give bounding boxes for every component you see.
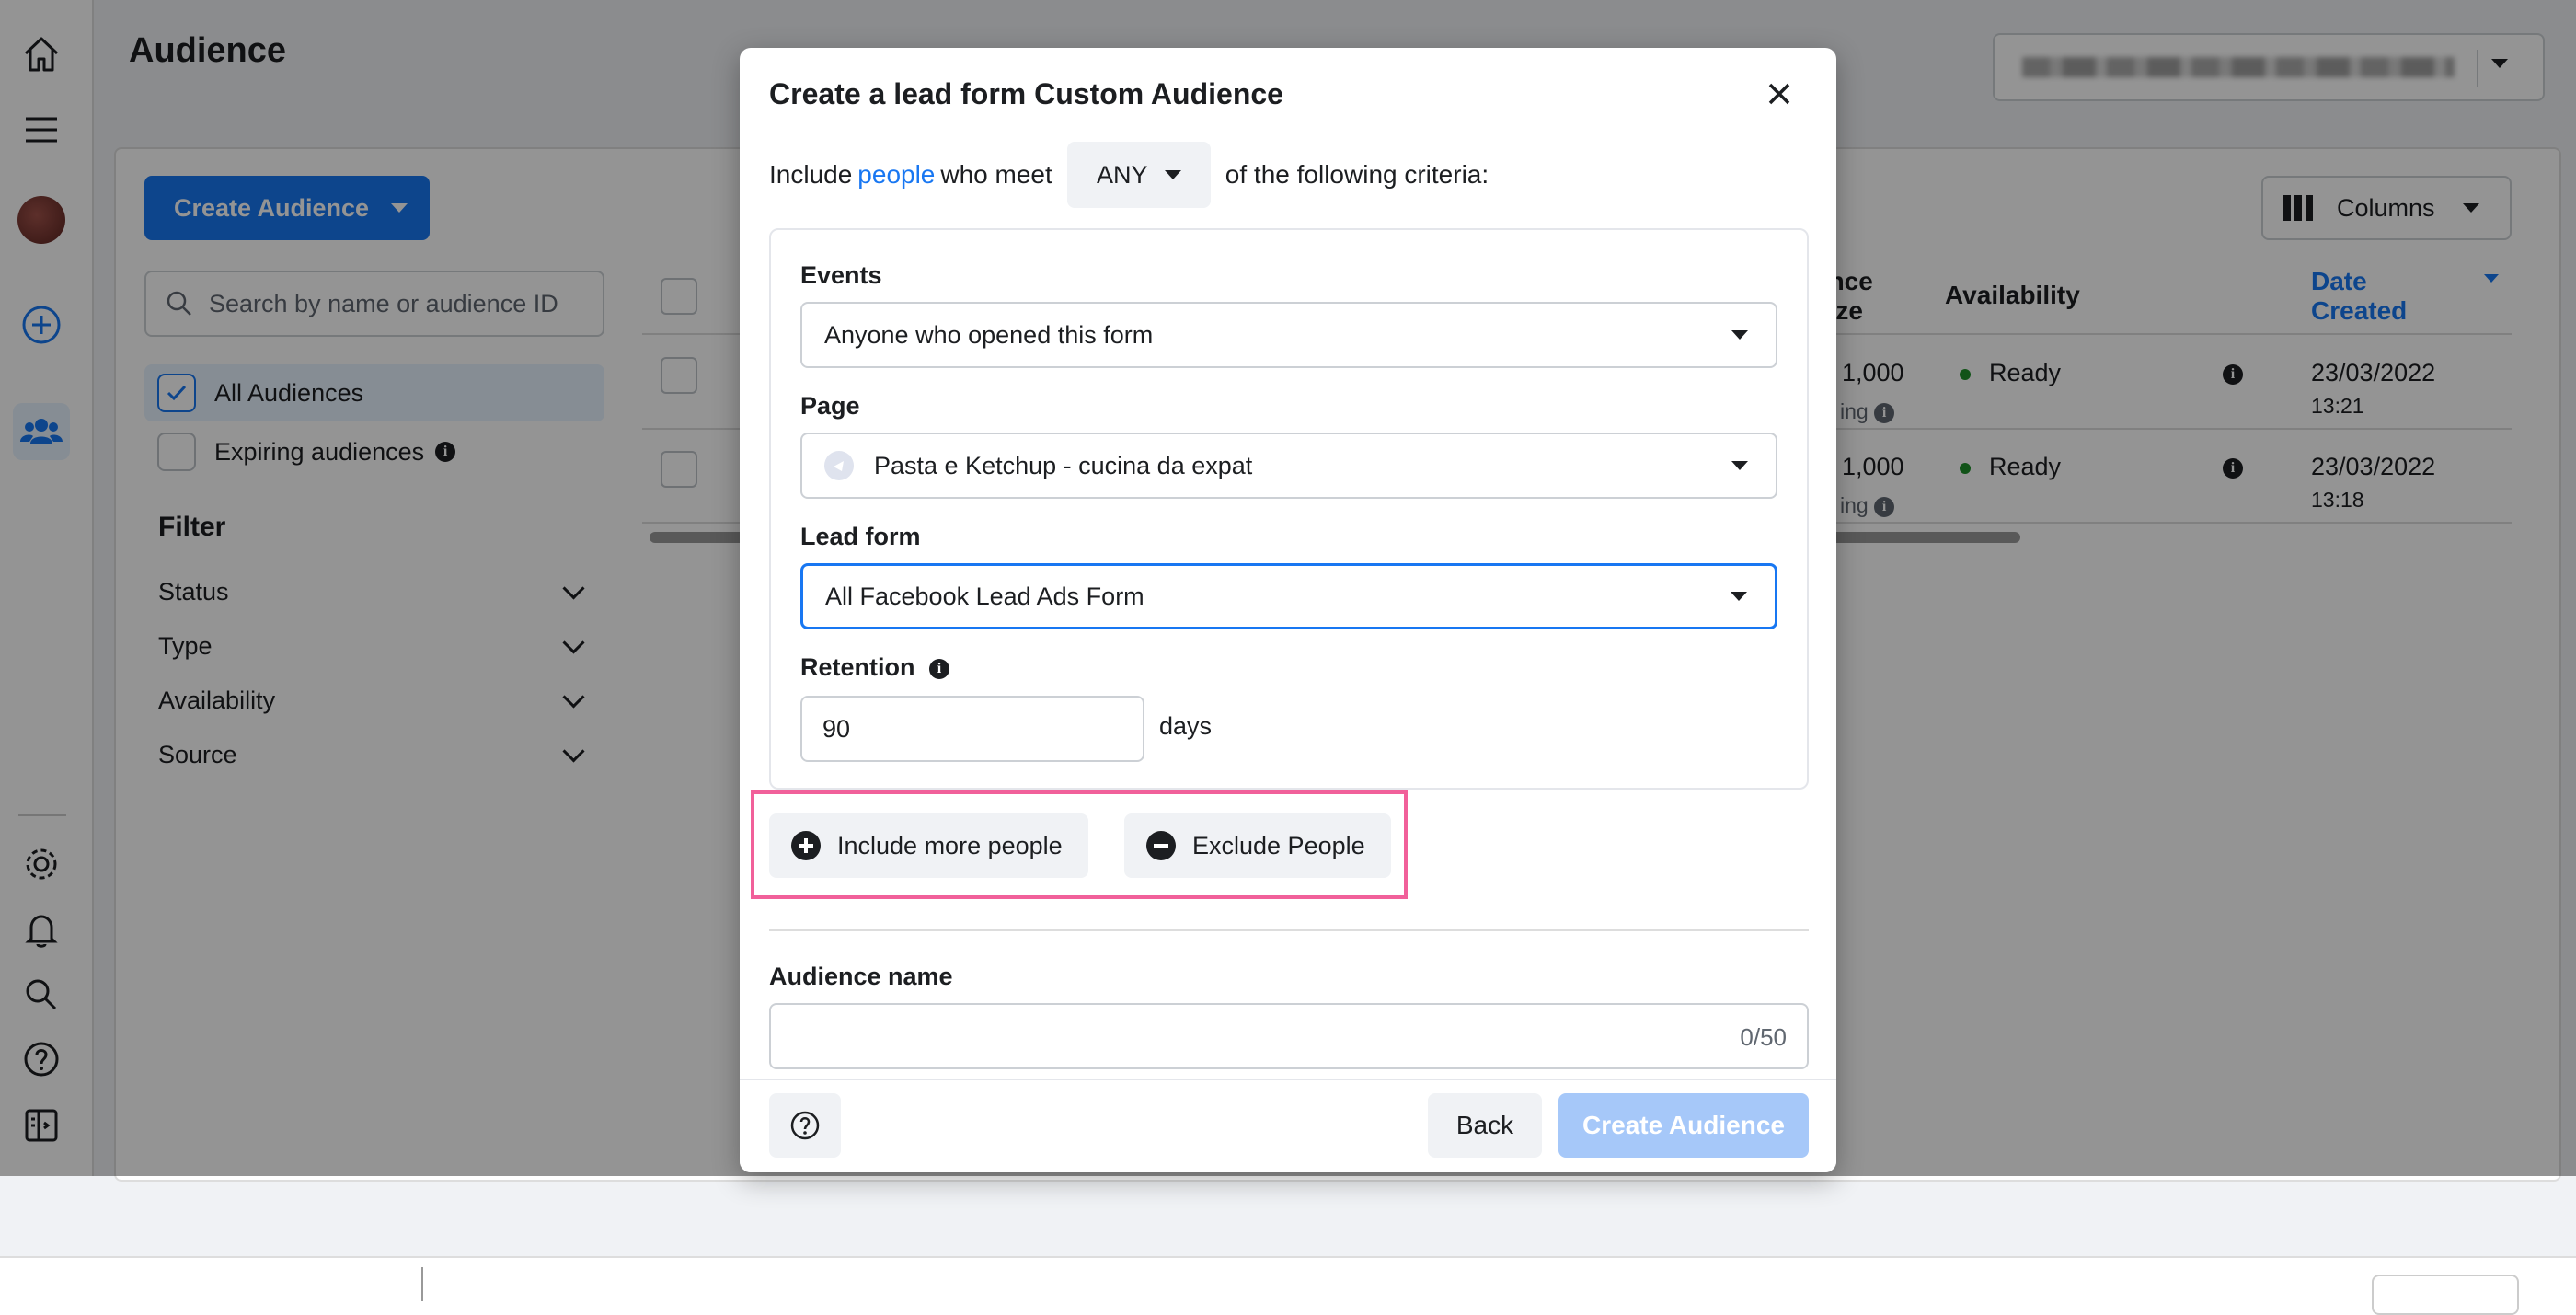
character-counter: 0/50	[1740, 1023, 1787, 1051]
events-dropdown[interactable]: Anyone who opened this form	[800, 302, 1777, 368]
caret-down-icon	[1731, 461, 1748, 470]
events-label: Events	[800, 261, 882, 289]
create-lead-form-audience-dialog: Create a lead form Custom Audience Inclu…	[740, 48, 1836, 1172]
dialog-footer: Back Create Audience	[740, 1079, 1836, 1172]
audience-name-label: Audience name	[769, 963, 953, 990]
caret-down-icon	[1731, 592, 1747, 601]
lead-form-dropdown[interactable]: All Facebook Lead Ads Form	[800, 563, 1777, 629]
exclude-people-button[interactable]: Exclude People	[1124, 813, 1391, 878]
help-button[interactable]	[769, 1093, 841, 1158]
plus-circle-icon	[791, 831, 821, 860]
back-button[interactable]: Back	[1428, 1093, 1542, 1158]
lead-form-label: Lead form	[800, 523, 921, 550]
people-link[interactable]: people	[857, 160, 935, 190]
question-icon	[790, 1111, 820, 1140]
match-any-dropdown[interactable]: ANY	[1066, 142, 1211, 208]
include-more-people-button[interactable]: Include more people	[769, 813, 1088, 878]
page-label: Page	[800, 392, 860, 420]
minus-circle-icon	[1146, 831, 1176, 860]
create-audience-submit-button[interactable]: Create Audience	[1558, 1093, 1809, 1158]
caret-down-icon	[1164, 170, 1181, 179]
retention-input[interactable]: 90	[800, 696, 1144, 762]
retention-label: Retention i	[800, 653, 950, 682]
show-all-button[interactable]	[2372, 1275, 2519, 1315]
dialog-title: Create a lead form Custom Audience	[769, 77, 1283, 110]
retention-unit: days	[1159, 712, 1213, 740]
info-icon[interactable]: i	[929, 658, 950, 679]
page-dropdown[interactable]: Pasta e Ketchup - cucina da expat	[800, 433, 1777, 499]
caret-down-icon	[1731, 330, 1748, 340]
page-avatar-icon	[824, 451, 854, 480]
download-bar	[0, 1256, 2576, 1315]
close-icon[interactable]	[1761, 75, 1798, 112]
criteria-row: Include people who meet ANY of the follo…	[769, 142, 1489, 208]
audience-name-input[interactable]: 0/50	[769, 1003, 1809, 1069]
section-divider	[769, 929, 1809, 931]
